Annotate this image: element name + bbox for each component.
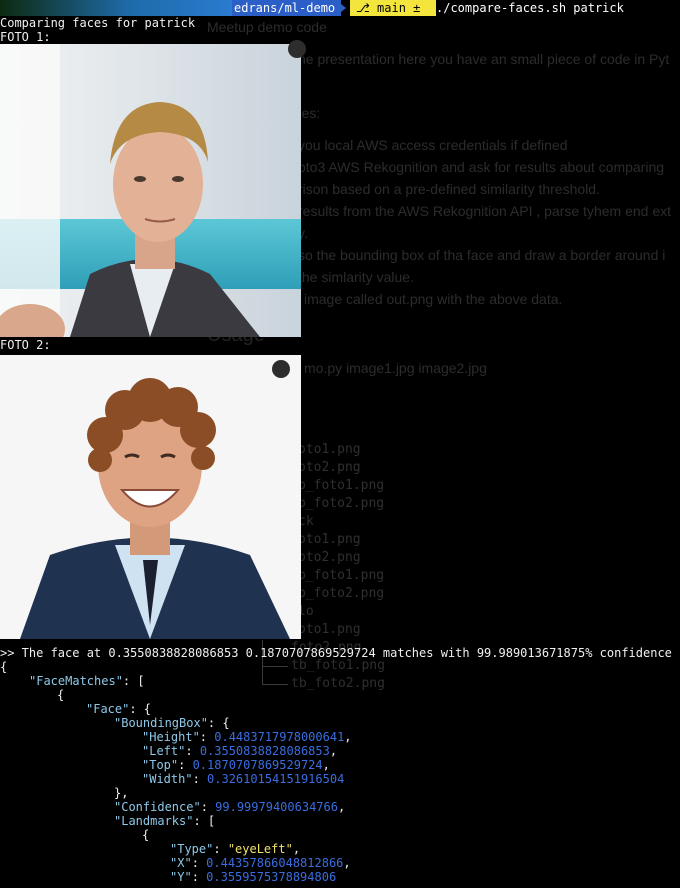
foto2-image <box>0 355 301 639</box>
doc-file: oto1.png <box>298 532 361 547</box>
json-number: 0.32610154151916504 <box>207 772 345 786</box>
json-top-line: "Top": 0.1870707869529724, <box>142 758 330 772</box>
doc-file: b_foto1.png <box>298 478 385 493</box>
tree-line <box>262 666 288 667</box>
doc-title: Meetup demo code <box>207 19 327 35</box>
json-bbox-line: "BoundingBox": { <box>114 716 230 730</box>
json-width-line: "Width": 0.32610154151916504 <box>142 772 345 786</box>
json-number: 0.4483717978000641 <box>214 730 345 744</box>
json-number: 0.3559575378894806 <box>206 870 337 884</box>
json-key: "Width" <box>142 772 193 786</box>
git-branch-icon: ⎇ <box>356 1 370 15</box>
json-number: 0.3550838828086853 <box>199 744 330 758</box>
json-face-matches-line: "FaceMatches": [ <box>29 674 145 688</box>
camera-icon[interactable] <box>272 360 290 378</box>
json-brace: { <box>57 688 65 702</box>
json-left-line: "Left": 0.3550838828086853, <box>142 744 338 758</box>
foto1-label: FOTO 1: <box>0 30 51 44</box>
prompt-separator-icon <box>420 0 430 16</box>
doc-bullet: results from the AWS Rekognition API , p… <box>298 203 671 219</box>
json-number: 99.99979400634766 <box>215 800 338 814</box>
json-key: "Top" <box>142 758 179 772</box>
json-x-line: "X": 0.44357866048812866, <box>170 856 351 870</box>
json-key: "X" <box>170 856 192 870</box>
doc-file: oto2.png <box>298 460 361 475</box>
doc-file: b_foto2.png <box>298 496 385 511</box>
comparing-heading: Comparing faces for patrick <box>0 16 196 30</box>
doc-file: oto2.png <box>298 550 361 565</box>
json-brace: { <box>142 828 150 842</box>
json-key: "Y" <box>170 870 192 884</box>
doc-usage-cmd: mo.py image1.jpg image2.jpg <box>304 360 487 376</box>
json-key: "BoundingBox" <box>114 716 208 730</box>
doc-file: tb_foto2.png <box>291 676 385 691</box>
doc-file: tb_foto1.png <box>291 658 385 673</box>
json-type-line: "Type": "eyeLeft", <box>170 842 301 856</box>
json-number: 0.44357866048812866 <box>206 856 344 870</box>
prompt-path: edrans/ml-demo <box>232 0 342 16</box>
prompt-command: ./compare-faces.sh patrick <box>436 1 624 15</box>
doc-bullet: rison based on a pre-defined similarity … <box>298 181 600 197</box>
foto1-image <box>0 44 301 337</box>
prompt-segment-context <box>0 0 232 16</box>
json-key: "Confidence" <box>114 800 201 814</box>
json-brace: { <box>0 660 8 674</box>
camera-icon[interactable] <box>288 40 306 58</box>
foto1-portrait <box>0 44 301 337</box>
json-key: "Landmarks" <box>114 814 194 828</box>
doc-bullet: oto3 AWS Rekognition and ask for results… <box>298 159 665 175</box>
json-confidence-line: "Confidence": 99.99979400634766, <box>114 800 346 814</box>
doc-bullet: you local AWS access credentials if defi… <box>298 137 568 153</box>
json-height-line: "Height": 0.4483717978000641, <box>142 730 352 744</box>
json-key: "Type" <box>170 842 214 856</box>
doc-file: oto1.png <box>298 442 361 457</box>
terminal-prompt: edrans/ml-demo ⎇ main ±✚ ./compare-faces… <box>0 0 680 16</box>
tree-line <box>262 684 288 685</box>
doc-intro: he presentation here you have an small p… <box>298 51 670 67</box>
json-key: "Face" <box>86 702 130 716</box>
prompt-separator-icon <box>336 0 346 16</box>
doc-bullet: the simlarity value. <box>298 269 414 285</box>
json-key: "FaceMatches" <box>29 674 123 688</box>
json-brace: }, <box>114 786 129 800</box>
doc-file: oto1.png <box>298 622 361 637</box>
foto2-portrait <box>0 355 301 639</box>
foto2-label: FOTO 2: <box>0 338 51 352</box>
json-y-line: "Y": 0.3559575378894806 <box>170 870 337 884</box>
json-number: 0.1870707869529724 <box>192 758 323 772</box>
json-key: "Left" <box>142 744 186 758</box>
doc-file: b_foto2.png <box>298 586 385 601</box>
json-key: "Height" <box>142 730 200 744</box>
doc-file: b_foto1.png <box>298 568 385 583</box>
match-result-line: >> The face at 0.3550838828086853 0.1870… <box>0 646 672 660</box>
doc-bullet: so the bounding box of tha face and draw… <box>298 247 666 263</box>
json-face-line: "Face": { <box>86 702 152 716</box>
json-landmarks-line: "Landmarks": [ <box>114 814 216 828</box>
doc-bullet: image called out.png with the above data… <box>304 291 563 307</box>
json-string: "eyeLeft" <box>227 842 293 856</box>
